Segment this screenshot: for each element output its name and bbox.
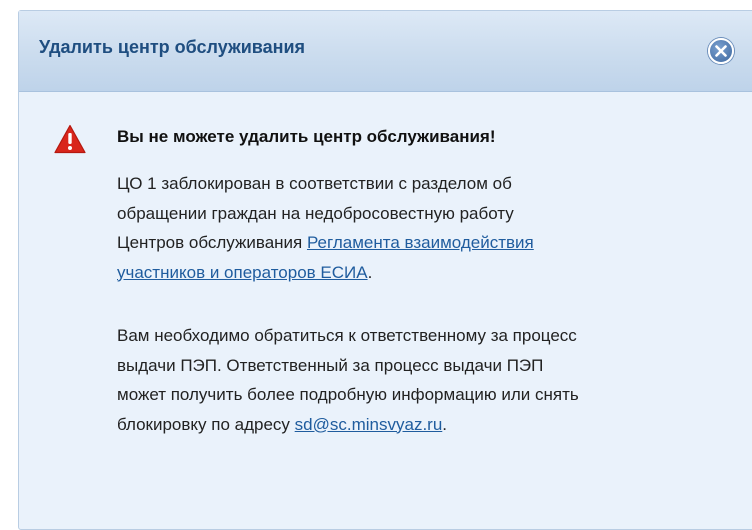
dialog-titlebar: Удалить центр обслуживания <box>19 11 752 92</box>
text-line: обращении граждан на недобросовестную ра… <box>117 203 514 223</box>
text-fragment: блокировку по адресу <box>117 414 295 434</box>
text-line: может получить более подробную информаци… <box>117 385 579 404</box>
text-line: Центров обслуживания Регламента взаимоде… <box>117 228 727 258</box>
text-line: Вам необходимо обратиться к ответственно… <box>117 326 577 345</box>
dialog-title: Удалить центр обслуживания <box>39 37 306 57</box>
block-reason-text: ЦО 1 заблокирован в соответствии с разде… <box>117 169 727 287</box>
close-button[interactable] <box>708 38 734 64</box>
text-line: ЦО 1 заблокирован в соответствии с разде… <box>117 174 512 193</box>
warning-icon <box>54 124 86 154</box>
text-line: участников и операторов ЕСИА. <box>117 258 727 288</box>
regulation-link[interactable]: Регламента взаимодействия <box>307 233 534 252</box>
text-fragment: Центров обслуживания <box>117 233 307 252</box>
error-heading: Вы не можете удалить центр обслуживания! <box>117 127 496 146</box>
email-link[interactable]: sd@sc.minsvyaz.ru <box>295 415 443 434</box>
regulation-link-continued[interactable]: участников и операторов ЕСИА <box>117 263 368 282</box>
text-fragment: . <box>367 262 373 282</box>
contact-instructions-text: Вам необходимо обратиться к ответственно… <box>117 321 727 439</box>
text-line: блокировку по адресу sd@sc.minsvyaz.ru. <box>117 410 727 440</box>
text-line: выдачи ПЭП. Ответственный за процесс выд… <box>117 355 544 375</box>
text-fragment: . <box>442 414 448 434</box>
close-icon <box>715 45 727 57</box>
dialog: Удалить центр обслуживания Вы не можете … <box>18 10 752 530</box>
